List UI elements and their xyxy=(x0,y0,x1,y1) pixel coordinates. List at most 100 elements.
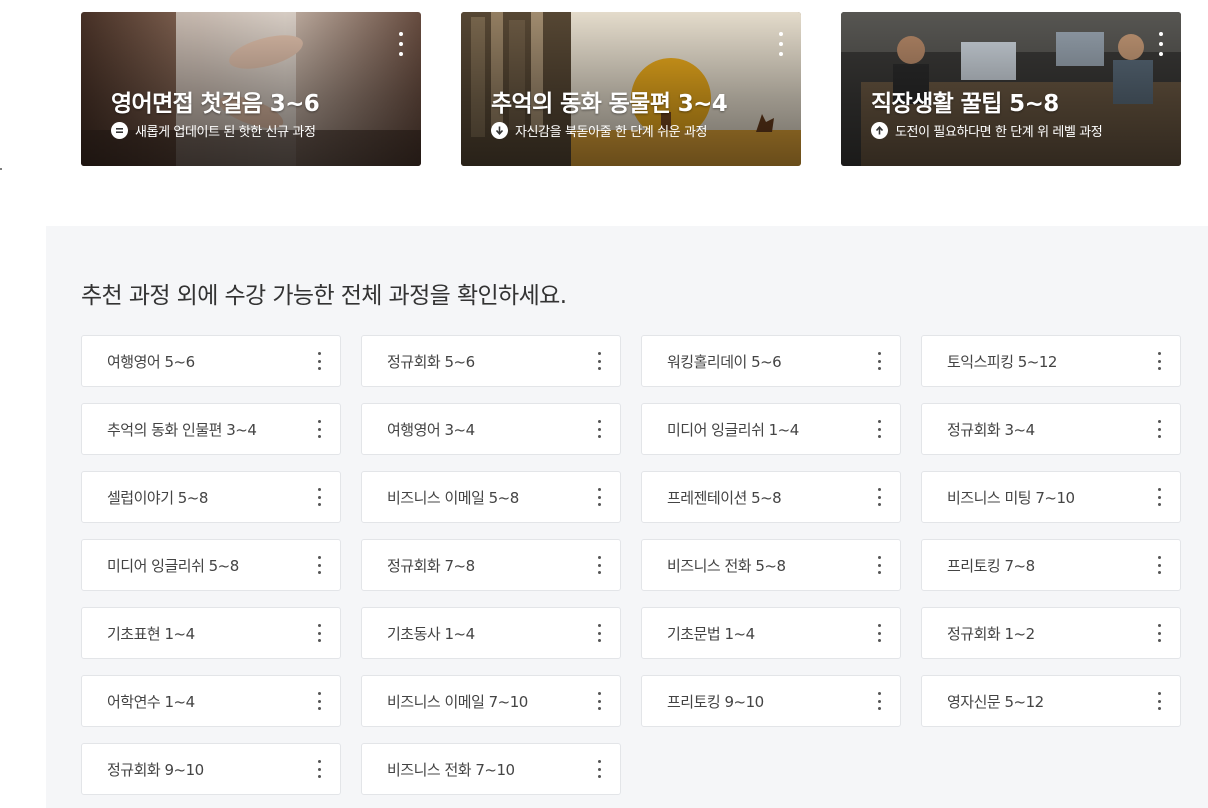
course-card[interactable]: 여행영어 3~4 xyxy=(361,403,621,455)
course-card[interactable]: 프리토킹 7~8 xyxy=(921,539,1181,591)
course-card[interactable]: 미디어 잉글리쉬 1~4 xyxy=(641,403,901,455)
more-options-icon[interactable] xyxy=(874,624,884,642)
more-options-icon[interactable] xyxy=(395,32,407,56)
course-card[interactable]: 추억의 동화 인물편 3~4 xyxy=(81,403,341,455)
more-options-icon[interactable] xyxy=(314,760,324,778)
course-card[interactable]: 토익스피킹 5~12 xyxy=(921,335,1181,387)
course-grid: 여행영어 5~6 정규회화 5~6 워킹홀리데이 5~6 토익스피킹 5~12 추억의 … xyxy=(81,335,1181,795)
course-card[interactable]: 기초동사 1~4 xyxy=(361,607,621,659)
course-card[interactable]: 프리토킹 9~10 xyxy=(641,675,901,727)
more-options-icon[interactable] xyxy=(594,692,604,710)
course-label: 어학연수 1~4 xyxy=(107,692,195,711)
course-card[interactable]: 정규회화 3~4 xyxy=(921,403,1181,455)
equals-circle-icon xyxy=(111,122,128,139)
arrow-down-circle-icon xyxy=(491,122,508,139)
more-options-icon[interactable] xyxy=(1154,556,1164,574)
featured-title: 직장생활 꿀팁 5~8 xyxy=(871,91,1059,117)
course-card[interactable]: 비즈니스 이메일 7~10 xyxy=(361,675,621,727)
more-options-icon[interactable] xyxy=(594,760,604,778)
more-options-icon[interactable] xyxy=(874,556,884,574)
featured-subtitle-row: 자신감을 북돋아줄 한 단계 쉬운 과정 xyxy=(491,121,707,140)
course-label: 토익스피킹 5~12 xyxy=(947,352,1057,371)
course-label: 기초문법 1~4 xyxy=(667,624,755,643)
more-options-icon[interactable] xyxy=(594,420,604,438)
course-label: 정규회화 5~6 xyxy=(387,352,475,371)
course-label: 정규회화 1~2 xyxy=(947,624,1035,643)
course-label: 기초동사 1~4 xyxy=(387,624,475,643)
course-label: 프레젠테이션 5~8 xyxy=(667,488,782,507)
featured-card[interactable]: 추억의 동화 동물편 3~4 자신감을 북돋아줄 한 단계 쉬운 과정 xyxy=(461,12,801,166)
course-card[interactable]: 어학연수 1~4 xyxy=(81,675,341,727)
more-options-icon[interactable] xyxy=(775,32,787,56)
course-label: 여행영어 3~4 xyxy=(387,420,475,439)
more-options-icon[interactable] xyxy=(594,488,604,506)
course-card[interactable]: 정규회화 5~6 xyxy=(361,335,621,387)
featured-subtitle: 새롭게 업데이트 된 핫한 신규 과정 xyxy=(135,125,316,140)
course-card[interactable]: 셀럽이야기 5~8 xyxy=(81,471,341,523)
section-heading: 추천 과정 외에 수강 가능한 전체 과정을 확인하세요. xyxy=(81,283,567,309)
course-label: 프리토킹 7~8 xyxy=(947,556,1035,575)
more-options-icon[interactable] xyxy=(1154,624,1164,642)
more-options-icon[interactable] xyxy=(314,556,324,574)
course-label: 정규회화 9~10 xyxy=(107,760,204,779)
course-label: 미디어 잉글리쉬 1~4 xyxy=(667,420,799,439)
course-label: 추억의 동화 인물편 3~4 xyxy=(107,420,257,439)
featured-subtitle-row: 도전이 필요하다면 한 단계 위 레벨 과정 xyxy=(871,121,1103,140)
course-card[interactable]: 영자신문 5~12 xyxy=(921,675,1181,727)
featured-courses: 영어면접 첫걸음 3~6 새롭게 업데이트 된 핫한 신규 과정 추억의 동화 … xyxy=(81,12,1181,166)
course-label: 비즈니스 이메일 5~8 xyxy=(387,488,519,507)
course-label: 비즈니스 미팅 7~10 xyxy=(947,488,1075,507)
course-card[interactable]: 여행영어 5~6 xyxy=(81,335,341,387)
all-courses-section: 추천 과정 외에 수강 가능한 전체 과정을 확인하세요. 여행영어 5~6 정규… xyxy=(46,226,1208,808)
more-options-icon[interactable] xyxy=(1154,692,1164,710)
course-label: 정규회화 3~4 xyxy=(947,420,1035,439)
course-card[interactable]: 정규회화 7~8 xyxy=(361,539,621,591)
featured-title: 영어면접 첫걸음 3~6 xyxy=(111,91,320,117)
course-label: 정규회화 7~8 xyxy=(387,556,475,575)
course-label: 셀럽이야기 5~8 xyxy=(107,488,208,507)
course-card[interactable]: 비즈니스 전화 5~8 xyxy=(641,539,901,591)
more-options-icon[interactable] xyxy=(1155,32,1167,56)
course-label: 기초표현 1~4 xyxy=(107,624,195,643)
featured-subtitle: 도전이 필요하다면 한 단계 위 레벨 과정 xyxy=(895,125,1103,140)
more-options-icon[interactable] xyxy=(594,556,604,574)
course-card[interactable]: 기초문법 1~4 xyxy=(641,607,901,659)
course-card[interactable]: 비즈니스 미팅 7~10 xyxy=(921,471,1181,523)
course-card[interactable]: 비즈니스 전화 7~10 xyxy=(361,743,621,795)
more-options-icon[interactable] xyxy=(874,488,884,506)
more-options-icon[interactable] xyxy=(1154,420,1164,438)
more-options-icon[interactable] xyxy=(314,420,324,438)
more-options-icon[interactable] xyxy=(594,352,604,370)
course-card[interactable]: 워킹홀리데이 5~6 xyxy=(641,335,901,387)
featured-card[interactable]: 영어면접 첫걸음 3~6 새롭게 업데이트 된 핫한 신규 과정 xyxy=(81,12,421,166)
more-options-icon[interactable] xyxy=(594,624,604,642)
course-label: 미디어 잉글리쉬 5~8 xyxy=(107,556,239,575)
course-card[interactable]: 정규회화 1~2 xyxy=(921,607,1181,659)
course-card[interactable]: 기초표현 1~4 xyxy=(81,607,341,659)
course-card[interactable]: 미디어 잉글리쉬 5~8 xyxy=(81,539,341,591)
featured-card[interactable]: 직장생활 꿀팁 5~8 도전이 필요하다면 한 단계 위 레벨 과정 xyxy=(841,12,1181,166)
course-label: 워킹홀리데이 5~6 xyxy=(667,352,782,371)
more-options-icon[interactable] xyxy=(314,692,324,710)
more-options-icon[interactable] xyxy=(874,692,884,710)
course-label: 영자신문 5~12 xyxy=(947,692,1044,711)
featured-subtitle-row: 새롭게 업데이트 된 핫한 신규 과정 xyxy=(111,121,316,140)
course-label: 프리토킹 9~10 xyxy=(667,692,764,711)
course-label: 비즈니스 전화 5~8 xyxy=(667,556,786,575)
more-options-icon[interactable] xyxy=(1154,488,1164,506)
more-options-icon[interactable] xyxy=(874,420,884,438)
stray-dot xyxy=(0,168,2,170)
course-label: 비즈니스 이메일 7~10 xyxy=(387,692,528,711)
more-options-icon[interactable] xyxy=(314,352,324,370)
arrow-up-circle-icon xyxy=(871,122,888,139)
course-card[interactable]: 비즈니스 이메일 5~8 xyxy=(361,471,621,523)
more-options-icon[interactable] xyxy=(314,624,324,642)
more-options-icon[interactable] xyxy=(1154,352,1164,370)
course-card[interactable]: 정규회화 9~10 xyxy=(81,743,341,795)
featured-subtitle: 자신감을 북돋아줄 한 단계 쉬운 과정 xyxy=(515,125,708,140)
course-label: 여행영어 5~6 xyxy=(107,352,195,371)
featured-title: 추억의 동화 동물편 3~4 xyxy=(491,91,728,117)
more-options-icon[interactable] xyxy=(874,352,884,370)
more-options-icon[interactable] xyxy=(314,488,324,506)
course-card[interactable]: 프레젠테이션 5~8 xyxy=(641,471,901,523)
